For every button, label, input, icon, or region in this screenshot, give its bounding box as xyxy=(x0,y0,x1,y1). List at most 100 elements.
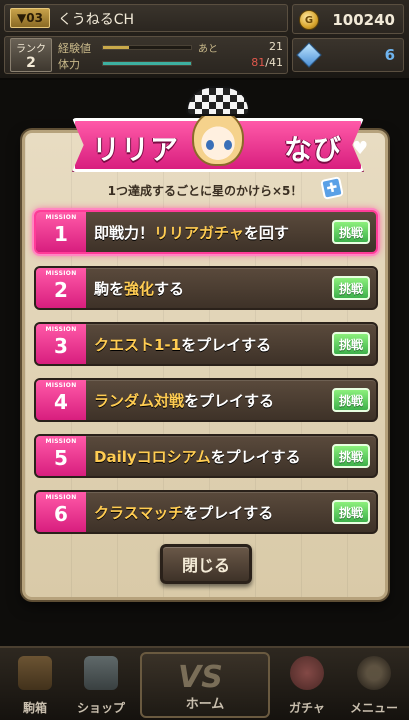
mission-text: クラスマッチをプレイする xyxy=(94,502,273,523)
challenge-button[interactable]: 挑戦 xyxy=(332,444,370,468)
mission-number: 2 xyxy=(54,278,68,302)
stamina-bar xyxy=(102,61,192,66)
mission-text-part: を回す xyxy=(243,224,289,242)
mission-tag: MISSION 3 xyxy=(36,324,86,364)
nav-gacha[interactable]: ガチャ xyxy=(274,648,340,720)
nav-label-menu: メニュー xyxy=(349,701,398,715)
stamina-label: 体力 xyxy=(58,58,80,71)
mission-tag-label: MISSION xyxy=(45,494,77,501)
rank-value: 2 xyxy=(26,55,36,71)
exp-value: 21 xyxy=(269,40,283,53)
title-left: リリア xyxy=(92,133,180,166)
gem-count: 6 xyxy=(384,46,395,64)
nav-koma-box[interactable]: 駒箱 xyxy=(2,648,68,720)
left-eye xyxy=(206,140,214,150)
stamina-max: /41 xyxy=(265,56,283,69)
mission-text-part: 強化 xyxy=(124,280,155,298)
mission-text-part: を xyxy=(210,448,226,466)
stamina-bar-fill xyxy=(103,62,191,65)
mission-tag: MISSION 2 xyxy=(36,268,86,308)
character-portrait xyxy=(180,86,256,168)
close-button[interactable]: 閉じる xyxy=(160,544,252,584)
mission-text-part: 即戦力！ xyxy=(94,224,155,242)
star-fragment-icon: ✚ xyxy=(320,176,344,200)
mission-tag: MISSION 4 xyxy=(36,380,86,420)
challenge-button[interactable]: 挑戦 xyxy=(332,220,370,244)
coin-icon: G xyxy=(299,10,319,30)
mission-tag: MISSION 1 xyxy=(36,212,86,252)
nav-label-home: ホーム xyxy=(185,697,225,712)
navi-dialog: リリア なび ♥ 1つ達成するごとに星のかけら×5！ ✚ MISSION 1 即戦力… xyxy=(22,86,388,606)
mission-number: 1 xyxy=(54,222,68,246)
mission-row-2[interactable]: MISSION 2 駒を強化する 挑戦 xyxy=(34,266,378,310)
mission-text: 駒を強化する xyxy=(94,278,184,299)
mission-text: クエスト1-1をプレイする xyxy=(94,334,271,355)
exp-label: 経験値 xyxy=(58,42,91,55)
challenge-button[interactable]: 挑戦 xyxy=(332,388,370,412)
challenge-button[interactable]: 挑戦 xyxy=(332,276,370,300)
mission-row-3[interactable]: MISSION 3 クエスト1-1をプレイする 挑戦 xyxy=(34,322,378,366)
mission-number: 3 xyxy=(54,334,68,358)
mission-text-part: 駒を xyxy=(94,280,125,298)
exp-row: 経験値 あと 21 xyxy=(58,40,283,55)
heart-icon: ♥ xyxy=(352,138,369,159)
mission-tag-label: MISSION xyxy=(45,270,77,277)
mission-text: Dailyコロシアムをプレイする xyxy=(94,446,301,467)
mission-number: 6 xyxy=(54,502,68,526)
challenge-button[interactable]: 挑戦 xyxy=(332,500,370,524)
rank-box: ランク 2 xyxy=(10,38,52,72)
mission-tag-label: MISSION xyxy=(45,382,77,389)
mission-text-part: を xyxy=(181,336,197,354)
mission-text-part: プレイする xyxy=(198,504,274,522)
status-header: ▼ 03 くうねるCH ランク 2 経験値 あと 21 体力 81/41 G 10… xyxy=(0,0,409,80)
mission-text-part: プレイする xyxy=(225,448,301,466)
mission-tag-label: MISSION xyxy=(45,438,77,445)
stamina-value: 81/41 xyxy=(251,56,283,69)
title-right: なび xyxy=(284,133,343,166)
nav-menu[interactable]: メニュー xyxy=(341,648,407,720)
coin-count: 100240 xyxy=(332,11,395,29)
mission-text-part: プレイする xyxy=(196,336,272,354)
mission-text-part: プレイする xyxy=(199,392,275,410)
mission-row-4[interactable]: MISSION 4 ランダム対戦をプレイする 挑戦 xyxy=(34,378,378,422)
mission-tag-label: MISSION xyxy=(45,326,77,333)
mission-tag: MISSION 6 xyxy=(36,492,86,532)
level-value: 03 xyxy=(26,11,43,25)
mission-row-5[interactable]: MISSION 5 Dailyコロシアムをプレイする 挑戦 xyxy=(34,434,378,478)
gacha-capsule-icon xyxy=(290,656,324,690)
treasure-chest-icon xyxy=(18,656,52,690)
mission-row-6[interactable]: MISSION 6 クラスマッチをプレイする 挑戦 xyxy=(34,490,378,534)
exp-bar xyxy=(102,45,192,50)
shop-bag-icon xyxy=(84,656,118,690)
mission-text-part: Dailyコロシアム xyxy=(94,448,211,466)
player-name: くうねるCH xyxy=(58,12,135,28)
mission-text-part: クエスト1-1 xyxy=(94,336,182,354)
mission-row-1[interactable]: MISSION 1 即戦力！リリアガチャを回す 挑戦 xyxy=(34,210,378,254)
mission-text-part: を xyxy=(184,392,200,410)
nav-label-shop: ショップ xyxy=(76,701,125,715)
exp-bar-fill xyxy=(103,46,130,49)
checkered-hat xyxy=(186,86,250,116)
mission-text: 即戦力！リリアガチャを回す xyxy=(94,222,289,243)
mission-text-part: ランダム対戦 xyxy=(94,392,185,410)
vs-emblem-icon: VS xyxy=(178,660,223,695)
mission-text-part: を xyxy=(183,504,199,522)
nav-label-gacha: ガチャ xyxy=(289,701,325,715)
bottom-nav: 駒箱 ショップ VS ホーム ガチャ メニュー xyxy=(0,646,409,720)
mission-text: ランダム対戦をプレイする xyxy=(94,390,274,411)
mission-text-part: クラスマッチ xyxy=(94,504,184,522)
exp-remaining-label: あと xyxy=(198,44,218,55)
nav-shop[interactable]: ショップ xyxy=(68,648,134,720)
mission-text-part: リリアガチャ xyxy=(154,224,244,242)
character-face xyxy=(192,110,244,166)
mission-text-part: する xyxy=(154,280,185,298)
right-eye xyxy=(224,140,232,150)
level-badge: ▼ 03 xyxy=(10,8,50,28)
nav-home[interactable]: VS ホーム xyxy=(140,652,270,718)
challenge-button[interactable]: 挑戦 xyxy=(332,332,370,356)
mission-number: 4 xyxy=(54,390,68,414)
mission-number: 5 xyxy=(54,446,68,470)
mission-tag-label: MISSION xyxy=(45,214,77,221)
nav-label-koma-box: 駒箱 xyxy=(22,701,47,715)
rank-label: ランク xyxy=(16,44,46,55)
